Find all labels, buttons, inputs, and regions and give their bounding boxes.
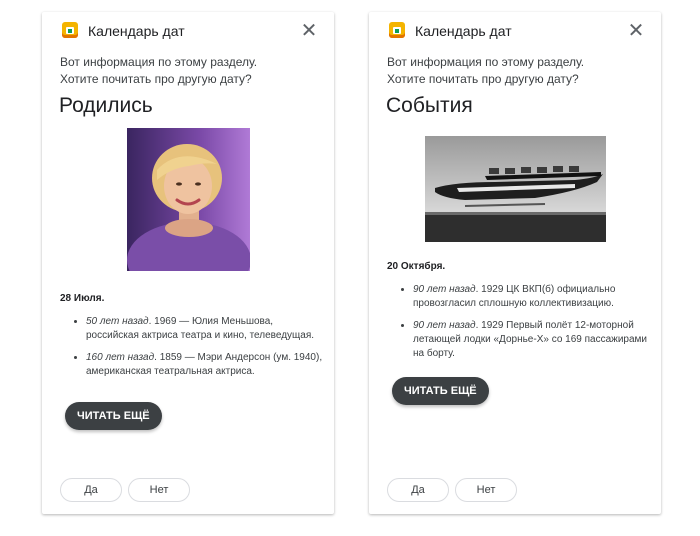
no-button[interactable]: Нет <box>455 478 517 502</box>
card-header: Календарь дат ✕ <box>62 20 320 44</box>
years-ago: 90 лет назад <box>413 284 476 295</box>
list-item: 90 лет назад. 1929 Первый полёт 12-мотор… <box>413 319 653 361</box>
no-button[interactable]: Нет <box>128 478 190 502</box>
flying-boat-photo <box>425 136 606 242</box>
intro-line: Хотите почитать про другую дату? <box>60 72 252 86</box>
intro-text: Вот информация по этому разделу. Хотите … <box>60 54 320 88</box>
section-heading: Родились <box>59 94 153 117</box>
intro-line: Хотите почитать про другую дату? <box>387 72 579 86</box>
facts-list: 90 лет назад. 1929 ЦК ВКП(б) официально … <box>387 283 653 369</box>
facts-list: 50 лет назад. 1969 — Юлия Меньшова, росс… <box>60 315 326 387</box>
years-ago: 160 лет назад <box>86 352 155 363</box>
calendar-app-icon <box>389 22 405 38</box>
app-title: Календарь дат <box>88 23 185 39</box>
yes-button[interactable]: Да <box>60 478 122 502</box>
years-ago: 90 лет назад <box>413 320 476 331</box>
intro-text: Вот информация по этому разделу. Хотите … <box>387 54 647 88</box>
list-item: 90 лет назад. 1929 ЦК ВКП(б) официально … <box>413 283 653 311</box>
person-photo <box>127 128 250 271</box>
years-ago: 50 лет назад <box>86 316 149 327</box>
close-icon[interactable]: ✕ <box>625 20 647 42</box>
section-heading: События <box>386 94 473 117</box>
yes-button[interactable]: Да <box>387 478 449 502</box>
birthdays-card: Календарь дат ✕ Вот информация по этому … <box>42 12 334 514</box>
close-icon[interactable]: ✕ <box>298 20 320 42</box>
events-card: Календарь дат ✕ Вот информация по этому … <box>369 12 661 514</box>
card-header: Календарь дат ✕ <box>389 20 647 44</box>
intro-line: Вот информация по этому разделу. <box>60 55 258 69</box>
read-more-button[interactable]: ЧИТАТЬ ЕЩЁ <box>65 402 162 430</box>
fact-date: 28 Июля. <box>60 293 105 304</box>
read-more-button[interactable]: ЧИТАТЬ ЕЩЁ <box>392 377 489 405</box>
list-item: 50 лет назад. 1969 — Юлия Меньшова, росс… <box>86 315 326 343</box>
intro-line: Вот информация по этому разделу. <box>387 55 585 69</box>
fact-date: 20 Октября. <box>387 261 446 272</box>
calendar-app-icon <box>62 22 78 38</box>
list-item: 160 лет назад. 1859 — Мэри Андерсон (ум.… <box>86 351 326 379</box>
app-title: Календарь дат <box>415 23 512 39</box>
